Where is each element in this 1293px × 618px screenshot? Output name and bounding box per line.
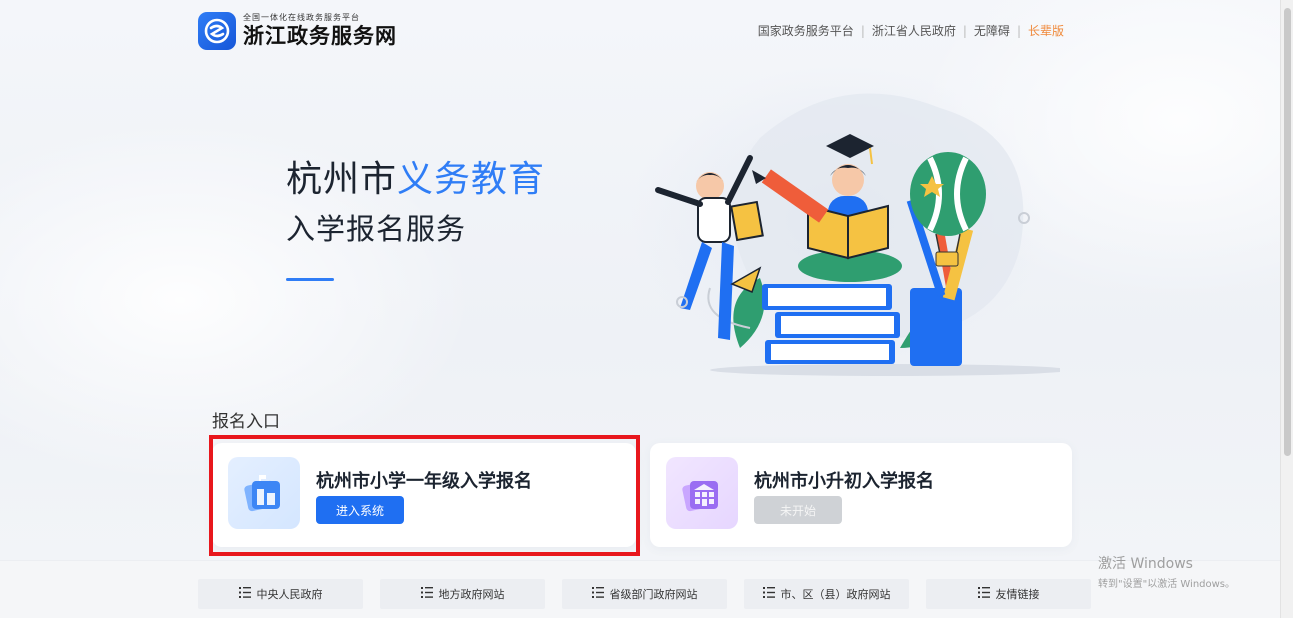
enter-system-button[interactable]: 进入系统 <box>316 496 404 524</box>
watermark-subtitle: 转到"设置"以激活 Windows。 <box>1098 579 1236 590</box>
footer-link-central-government[interactable]: 中央人民政府 <box>198 579 363 609</box>
divider: | <box>962 23 967 38</box>
footer-link-city-county[interactable]: 市、区（县）政府网站 <box>744 579 909 609</box>
windows-activation-watermark: 激活 Windows 转到"设置"以激活 Windows。 <box>1098 553 1235 590</box>
school-building-icon <box>228 457 300 529</box>
link-elder-version[interactable]: 长辈版 <box>1028 22 1064 39</box>
hero-title: 杭州市义务教育 <box>286 150 545 202</box>
section-title-entry: 报名入口 <box>212 412 280 432</box>
logo-subtitle: 全国一体化在线政务服务平台 <box>243 13 360 22</box>
entry-card-grade-one[interactable]: 杭州市小学一年级入学报名 进入系统 <box>212 443 636 547</box>
footer-link-label: 地方政府网站 <box>438 588 505 601</box>
footer-link-label: 友情链接 <box>995 588 1040 601</box>
watermark-title: 激活 Windows <box>1098 556 1193 572</box>
divider: | <box>1016 23 1021 38</box>
site-header: 全国一体化在线政务服务平台 浙江政务服务网 国家政务服务平台 | 浙江省人民政府… <box>0 0 1280 64</box>
footer-link-label: 市、区（县）政府网站 <box>780 588 891 601</box>
hero-title-accent: 义务教育 <box>397 159 546 200</box>
footer-link-friendly-links[interactable]: 友情链接 <box>926 579 1091 609</box>
list-icon <box>762 587 775 601</box>
list-icon <box>591 587 604 601</box>
footer-link-label: 中央人民政府 <box>256 588 323 601</box>
site-footer: 中央人民政府 地方政府网站 省级部门政府网站 市、区（县）政府网站 友情链接 <box>0 560 1280 618</box>
hero-subtitle: 入学报名服务 <box>286 212 467 246</box>
logo-title: 浙江政务服务网 <box>243 23 397 48</box>
education-illustration <box>655 93 1060 376</box>
logo-text: 全国一体化在线政务服务平台 浙江政务服务网 <box>243 13 397 49</box>
vertical-scrollbar[interactable] <box>1280 0 1293 618</box>
hero-accent-line <box>286 278 334 281</box>
site-logo[interactable]: 全国一体化在线政务服务平台 浙江政务服务网 <box>198 12 397 50</box>
top-links: 国家政务服务平台 | 浙江省人民政府 | 无障碍 | 长辈版 <box>758 22 1064 39</box>
link-national-platform[interactable]: 国家政务服务平台 <box>758 22 854 39</box>
divider: | <box>860 23 865 38</box>
hero-title-prefix: 杭州市 <box>286 159 398 200</box>
scrollbar-thumb[interactable] <box>1284 8 1291 456</box>
footer-link-label: 省级部门政府网站 <box>609 588 698 601</box>
footer-links: 中央人民政府 地方政府网站 省级部门政府网站 市、区（县）政府网站 友情链接 <box>198 579 1091 609</box>
not-started-button: 未开始 <box>754 496 842 524</box>
card-title-middle-school: 杭州市小升初入学报名 <box>754 471 934 492</box>
entry-card-middle-school[interactable]: 杭州市小升初入学报名 未开始 <box>650 443 1072 547</box>
link-provincial-government[interactable]: 浙江省人民政府 <box>872 22 956 39</box>
card-title-grade-one: 杭州市小学一年级入学报名 <box>316 471 532 492</box>
logo-mark-icon <box>198 12 236 50</box>
link-accessibility[interactable]: 无障碍 <box>974 22 1010 39</box>
list-icon <box>420 587 433 601</box>
footer-link-local-government[interactable]: 地方政府网站 <box>380 579 545 609</box>
list-icon <box>977 587 990 601</box>
school-building-icon <box>666 457 738 529</box>
list-icon <box>238 587 251 601</box>
footer-link-provincial-departments[interactable]: 省级部门政府网站 <box>562 579 727 609</box>
